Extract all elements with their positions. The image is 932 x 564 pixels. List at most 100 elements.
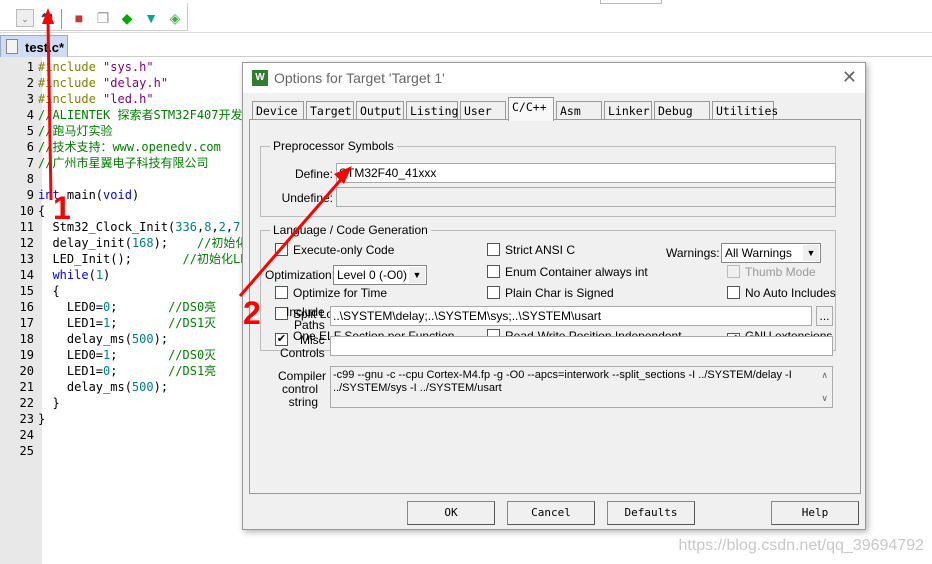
checkbox-box[interactable]	[487, 286, 500, 299]
checkbox-execute-only-code[interactable]: Execute-only Code	[275, 243, 394, 257]
defaults-button[interactable]: Defaults	[607, 501, 695, 525]
checkbox-box[interactable]	[727, 265, 740, 278]
browse-button[interactable]: ...	[816, 306, 833, 326]
code-token: )	[131, 188, 140, 202]
tab-target[interactable]: Target	[306, 101, 354, 120]
code-token: LED1=	[38, 316, 104, 330]
code-line: 7 //广州市星翼电子科技有限公司	[0, 155, 240, 171]
code-token: //广州市星翼电子科技有限公司	[38, 156, 209, 170]
code-token: ;	[110, 364, 169, 378]
code-line: 13 LED_Init(); //初始化LED	[0, 251, 255, 267]
code-token: 336	[175, 220, 197, 234]
include-paths-label: Include Paths	[286, 306, 325, 332]
misc-label-line: Misc	[300, 333, 325, 347]
code-line: 22 }	[0, 395, 240, 411]
scroll-down-icon[interactable]: ∨	[821, 392, 828, 405]
checkbox-thumb-mode[interactable]: Thumb Mode	[727, 265, 816, 279]
checkbox-no-auto-includes[interactable]: No Auto Includes	[727, 286, 836, 300]
line-number: 11	[19, 220, 34, 234]
pack-installer-icon[interactable]: ◈	[166, 9, 184, 27]
warnings-select[interactable]: All Warnings ▼	[721, 243, 821, 263]
ok-button[interactable]: OK	[407, 501, 495, 525]
language-legend: Language / Code Generation	[270, 223, 431, 237]
misc-controls-label: Misc Controls	[280, 334, 325, 360]
file-tab[interactable]: test.c*	[0, 35, 68, 57]
line-number: 13	[19, 252, 34, 266]
line-number: 24	[19, 428, 34, 442]
misc-label-line: Controls	[280, 346, 325, 360]
checkbox-box[interactable]	[727, 286, 740, 299]
cancel-button[interactable]: Cancel	[507, 501, 595, 525]
line-number: 18	[19, 332, 34, 346]
include-paths-input[interactable]: ..\SYSTEM\delay;..\SYSTEM\sys;..\SYSTEM\…	[330, 306, 812, 326]
dropdown-icon[interactable]: ⌄	[16, 9, 34, 27]
tab-listing[interactable]: Listing	[406, 101, 458, 120]
line-number: 3	[26, 92, 34, 106]
line-number: 14	[19, 268, 34, 282]
line-number: 15	[19, 284, 34, 298]
help-button[interactable]: Help	[771, 501, 859, 525]
watermark: https://blog.csdn.net/qq_39694792	[678, 537, 924, 554]
checkbox-box[interactable]	[275, 286, 288, 299]
line-number: 19	[19, 348, 34, 362]
filter-icon[interactable]: ▼	[142, 9, 160, 27]
checkbox-strict-ansi-c[interactable]: Strict ANSI C	[487, 243, 575, 257]
checkbox-optimize-for-time[interactable]: Optimize for Time	[275, 286, 387, 300]
code-token: delay_ms(	[38, 380, 132, 394]
tab-device[interactable]: Device	[252, 101, 304, 120]
tab-linker[interactable]: Linker	[604, 101, 652, 120]
code-line: 17 LED1=1; //DS1灭	[0, 315, 240, 331]
checkbox-label: No Auto Includes	[745, 286, 836, 300]
code-token: ;	[110, 316, 169, 330]
code-token: #include	[38, 92, 104, 106]
code-token: "delay.h"	[103, 76, 169, 90]
line-number: 1	[26, 60, 34, 74]
line-number: 6	[26, 140, 34, 154]
compiler-string-field[interactable]: -c99 --gnu -c --cpu Cortex-M4.fp -g -O0 …	[330, 366, 833, 408]
checkbox-box[interactable]	[487, 265, 500, 278]
scroll-up-icon[interactable]: ∧	[821, 369, 828, 382]
options-dialog: W Options for Target 'Target 1' ✕ Device…	[242, 62, 866, 530]
warnings-label: Warnings:	[666, 246, 720, 260]
checkbox-label: Thumb Mode	[745, 265, 816, 279]
magic-wand-options-icon[interactable]: ⚒	[38, 9, 56, 27]
tab-utilities[interactable]: Utilities	[712, 101, 778, 120]
tab-cc[interactable]: C/C++	[508, 97, 554, 121]
checkbox-box[interactable]	[275, 243, 288, 256]
close-icon[interactable]: ✕	[842, 67, 857, 88]
code-token: {	[38, 204, 46, 218]
tab-asm[interactable]: Asm	[556, 101, 602, 120]
code-token: "sys.h"	[103, 60, 154, 74]
undefine-input[interactable]	[336, 187, 836, 207]
checkbox-label: Optimize for Time	[293, 286, 388, 300]
code-token: }	[38, 412, 46, 426]
checkbox-plain-char-is-signed[interactable]: Plain Char is Signed	[487, 286, 614, 300]
code-editor[interactable]: 1 #include "sys.h" 2 #include "delay.h" 3 #in…	[0, 59, 255, 459]
annotation-mark-1: 1	[53, 190, 71, 226]
manage-project-items-icon[interactable]: ■	[70, 9, 88, 27]
file-tab-label: test.c*	[25, 40, 65, 55]
optimization-select[interactable]: Level 0 (-O0) ▼	[333, 265, 427, 285]
copy-icon[interactable]: ❐	[94, 9, 112, 27]
misc-controls-input[interactable]	[330, 336, 833, 356]
code-token: //跑马灯实验	[38, 124, 113, 138]
define-input[interactable]: STM32F40_41xxx	[336, 163, 836, 183]
checkbox-label: Execute-only Code	[293, 243, 395, 257]
code-line: 3 #include "led.h"	[0, 91, 240, 107]
tab-output[interactable]: Output	[356, 101, 404, 120]
code-token: LED0=	[38, 300, 104, 314]
code-line: 20 LED1=0; //DS1亮	[0, 363, 240, 379]
code-line: 14 while(1)	[0, 267, 240, 283]
tab-user[interactable]: User	[460, 101, 506, 120]
code-token: {	[38, 284, 60, 298]
tab-debug[interactable]: Debug	[654, 101, 710, 120]
warnings-value: All Warnings	[725, 246, 792, 260]
checkbox-enum-container-always-int[interactable]: Enum Container always int	[487, 265, 648, 279]
code-token: 168	[131, 236, 154, 250]
component-icon[interactable]: ◆	[118, 9, 136, 27]
line-number: 9	[26, 188, 34, 202]
checkbox-box[interactable]	[487, 243, 500, 256]
code-token: //DS1亮	[168, 364, 217, 378]
code-token: LED1=	[38, 364, 104, 378]
